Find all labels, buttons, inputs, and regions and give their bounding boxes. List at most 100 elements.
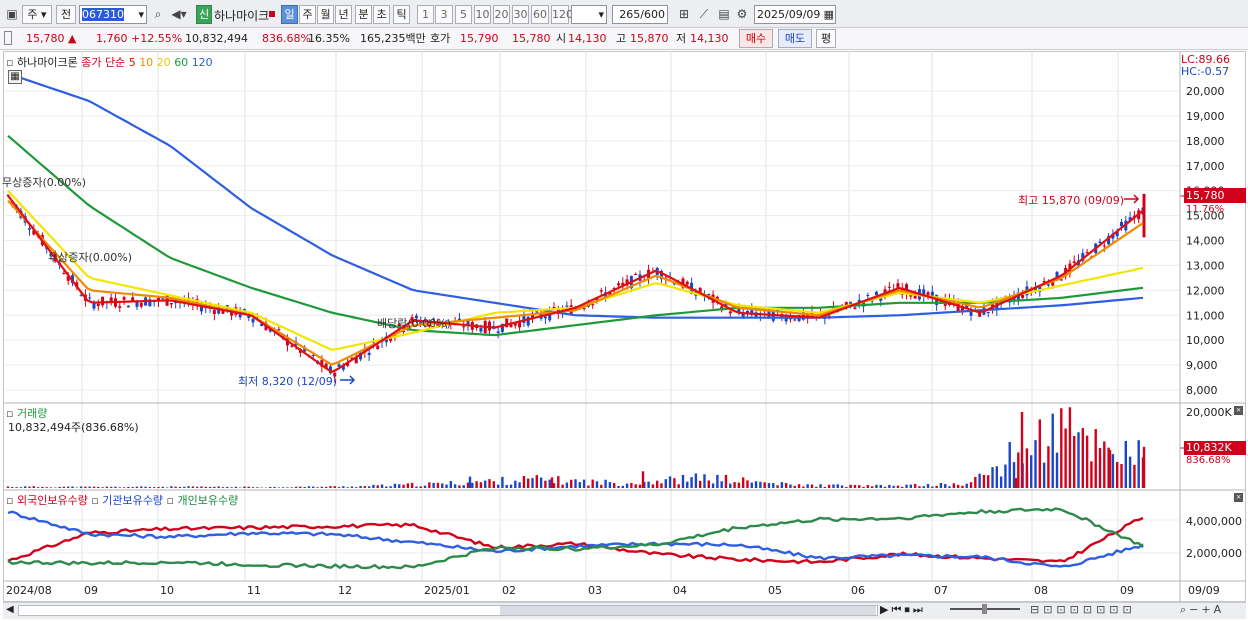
volume-bar — [655, 480, 659, 488]
volume-bar — [604, 479, 607, 488]
axes: 20,00019,00018,00017,00016,00015,00014,0… — [3, 51, 1246, 602]
volume-bar — [307, 486, 311, 488]
chart-canvas[interactable]: 20,00019,00018,00017,00016,00015,00014,0… — [0, 0, 1248, 621]
institution-legend[interactable]: 기관보유수량 — [102, 494, 163, 507]
volume-bar — [707, 480, 710, 488]
x-axis-right-label: 09/09 — [1188, 584, 1220, 597]
volume-bar — [741, 477, 745, 488]
x-axis-label: 08 — [1034, 584, 1048, 597]
volume-bar — [625, 483, 629, 488]
volume-bar — [595, 481, 599, 488]
table-view-icon[interactable]: ▦ — [8, 70, 22, 84]
ma20-legend: 20 — [156, 56, 171, 69]
volume-bar — [509, 484, 513, 488]
volume-bar — [324, 486, 328, 488]
volume-bar — [41, 486, 44, 488]
price-y-tick: 17,000 — [1186, 160, 1225, 173]
volume-bar — [776, 485, 779, 488]
volume-bar — [982, 474, 986, 488]
high-annotation: 최고 15,870 (09/09) — [1018, 194, 1125, 207]
volume-bar — [1055, 452, 1059, 488]
x-axis-label: 09 — [84, 584, 98, 597]
volume-bar — [66, 486, 70, 488]
volume-bar — [535, 475, 539, 488]
volume-bar — [1137, 440, 1140, 488]
volume-bar — [84, 486, 87, 488]
candle — [118, 301, 122, 313]
individual-legend[interactable]: 개인보유수량 — [177, 494, 238, 507]
volume-bar — [152, 487, 156, 488]
candle-body — [88, 297, 92, 299]
volume-bar — [505, 485, 508, 488]
volume-bar — [144, 486, 147, 488]
volume-bar — [449, 481, 453, 488]
volume-bar — [759, 481, 762, 488]
volume-bar — [888, 484, 891, 488]
volume-bar — [909, 484, 913, 488]
holding-legend: ▫ 외국인보유수량 ▫ 기관보유수량 ▫ 개인보유수량 — [6, 494, 239, 507]
volume-bar — [578, 482, 581, 488]
candle — [462, 320, 466, 332]
volume-bar — [651, 484, 655, 488]
candle — [655, 266, 659, 281]
volume-bar — [135, 486, 139, 488]
volume-bar — [905, 484, 908, 488]
volume-bar — [840, 485, 844, 488]
candle-body — [212, 310, 216, 315]
volume-bar — [1008, 442, 1011, 488]
volume-bar — [956, 484, 960, 488]
x-axis-label: 12 — [338, 584, 352, 597]
zoom-controls[interactable]: ⌕−+A — [1180, 603, 1224, 617]
volume-spike — [1020, 412, 1024, 488]
volume-bar — [974, 476, 977, 488]
volume-bar — [544, 480, 547, 488]
zoom-slider-handle[interactable] — [982, 604, 987, 614]
volume-bar — [965, 483, 968, 488]
volume-bar — [935, 485, 938, 488]
volume-bar — [342, 486, 345, 488]
volume-bar — [290, 487, 293, 488]
x-axis-label: 11 — [247, 584, 261, 597]
volume-bar — [737, 482, 741, 488]
event-bonus-issue-2: 무상증자(0.00%) — [48, 251, 133, 264]
volume-bar — [140, 486, 143, 488]
volume-close-icon[interactable]: × — [1234, 406, 1243, 415]
volume-bar — [1120, 464, 1123, 488]
scroll-left-icon[interactable]: ◀ — [6, 604, 14, 615]
price-panel-title[interactable]: 하나마이크론 — [17, 56, 78, 69]
ma5-legend: 5 — [128, 56, 136, 69]
volume-bar — [118, 487, 121, 488]
volume-bar — [269, 487, 272, 488]
volume-bar — [922, 486, 925, 488]
ma10-legend: 10 — [139, 56, 154, 69]
event-bonus-issue-1: 무상증자(0.00%) — [2, 176, 87, 189]
scrollbar-thumb[interactable] — [500, 606, 876, 615]
volume-bar — [1051, 413, 1054, 488]
volume-bar — [587, 485, 590, 488]
volume-spike — [468, 476, 472, 488]
volume-bar — [754, 481, 758, 488]
volume-bar — [281, 487, 285, 488]
view-tools[interactable]: ⊟⊡⊡⊡⊡⊡⊡⊡ — [1030, 603, 1136, 616]
volume-bar — [896, 485, 900, 488]
foreign-legend[interactable]: 외국인보유수량 — [17, 494, 88, 507]
volume-bar — [952, 483, 956, 488]
holding-close-icon[interactable]: × — [1234, 493, 1243, 502]
volume-bar — [733, 482, 736, 488]
volume-bar — [114, 486, 117, 488]
volume-bar — [1017, 452, 1020, 488]
volume-bar — [789, 484, 792, 488]
volume-bar — [88, 486, 91, 488]
volume-bar — [862, 486, 865, 488]
volume-bar — [423, 485, 427, 488]
volume-bar — [1030, 455, 1033, 488]
volume-bar — [1068, 407, 1072, 488]
volume-bar — [428, 482, 431, 488]
volume-bar — [866, 485, 870, 488]
volume-bar — [832, 484, 835, 488]
playback-controls[interactable]: ▶⏮⏹⏭ — [880, 603, 926, 617]
candle-body — [1059, 279, 1063, 281]
volume-bar — [617, 485, 620, 488]
volume-bar — [858, 485, 861, 488]
volume-bar — [797, 484, 801, 488]
